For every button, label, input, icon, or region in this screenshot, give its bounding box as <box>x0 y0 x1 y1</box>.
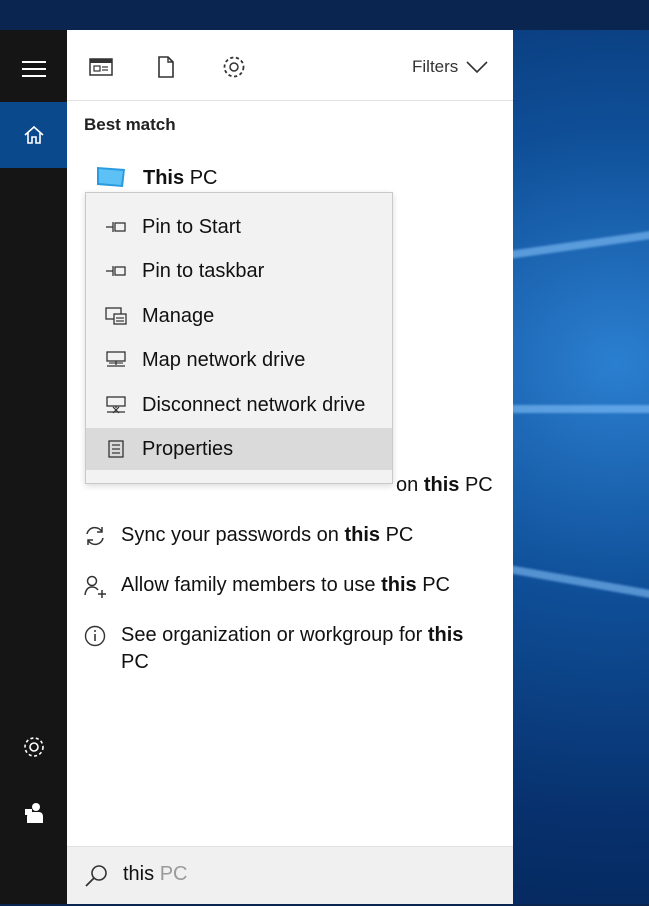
user-feedback-button[interactable] <box>0 780 67 846</box>
menu-item-label: Disconnect network drive <box>142 393 366 416</box>
start-rail <box>0 30 67 904</box>
menu-item-disconnect-network-drive[interactable]: Disconnect network drive <box>86 384 392 426</box>
partial-pre: on <box>396 474 424 496</box>
documents-filter-button[interactable] <box>151 52 181 82</box>
manage-icon <box>102 306 130 326</box>
chevron-down-icon <box>466 61 488 73</box>
filters-label: Filters <box>412 57 459 76</box>
result-bold: this <box>427 624 464 646</box>
result-text: See organization or workgroup for this P… <box>121 622 483 676</box>
result-post: PC <box>422 574 450 596</box>
gear-icon <box>223 56 245 78</box>
result-partial-on-this-pc[interactable]: on this PC <box>396 474 493 497</box>
menu-item-label: Map network drive <box>142 348 306 371</box>
menu-item-map-network-drive[interactable]: Map network drive <box>86 339 392 381</box>
result-pre: Sync your passwords on <box>121 524 345 546</box>
menu-item-properties[interactable]: Properties <box>86 428 392 470</box>
result-bold: this <box>344 524 380 546</box>
document-icon <box>158 56 174 78</box>
gear-icon <box>23 737 44 757</box>
best-match-this-pc[interactable]: This PC <box>95 163 217 193</box>
partial-post: PC <box>464 474 493 496</box>
feedback-person-icon <box>24 803 43 823</box>
result-post: PC <box>121 651 149 673</box>
settings-filter-button[interactable] <box>219 52 249 82</box>
apps-icon <box>89 58 113 76</box>
menu-item-manage[interactable]: Manage <box>86 295 392 337</box>
network-drive-icon <box>102 350 130 370</box>
menu-item-pin-to-taskbar[interactable]: Pin to taskbar <box>86 250 392 292</box>
top-strip <box>0 0 649 30</box>
home-button[interactable] <box>0 102 67 168</box>
computer-icon <box>97 167 125 187</box>
this-pc-bold: This <box>143 166 185 189</box>
result-text: Allow family members to use this PC <box>121 572 450 599</box>
home-icon <box>23 125 44 144</box>
menu-item-label: Pin to Start <box>142 215 241 238</box>
context-menu: Pin to Start Pin to taskbar Manage Map n… <box>85 192 393 484</box>
add-person-icon <box>83 572 107 599</box>
panel-toolbar: Filters <box>67 30 513 101</box>
result-bold: this <box>381 574 417 596</box>
hamburger-menu-button[interactable] <box>0 36 67 102</box>
result-allow-family[interactable]: Allow family members to use this PC <box>83 572 450 599</box>
pin-icon <box>102 264 130 278</box>
partial-bold: this <box>423 474 460 496</box>
this-pc-rest: PC <box>189 166 218 189</box>
best-match-heading: Best match <box>84 115 176 134</box>
menu-item-label: Manage <box>142 304 215 327</box>
properties-icon <box>102 439 130 459</box>
result-text: Sync your passwords on this PC <box>121 522 413 549</box>
search-typed: this <box>123 863 155 885</box>
apps-filter-button[interactable] <box>86 52 116 82</box>
pin-icon <box>102 220 130 234</box>
info-icon <box>83 622 107 649</box>
search-suggestion: PC <box>159 863 188 885</box>
settings-button[interactable] <box>0 714 67 780</box>
menu-item-label: Properties <box>142 437 234 460</box>
disconnect-drive-icon <box>102 395 130 415</box>
filters-dropdown[interactable]: Filters <box>412 57 488 77</box>
search-icon <box>83 863 109 894</box>
result-post: PC <box>385 524 414 546</box>
menu-item-pin-to-start[interactable]: Pin to Start <box>86 206 392 248</box>
hamburger-icon <box>21 61 46 77</box>
search-box[interactable]: this PC <box>67 846 513 905</box>
sync-icon <box>83 522 107 549</box>
result-org-workgroup[interactable]: See organization or workgroup for this P… <box>83 622 483 676</box>
menu-item-label: Pin to taskbar <box>142 259 265 282</box>
result-sync-passwords[interactable]: Sync your passwords on this PC <box>83 522 413 549</box>
result-pre: See organization or workgroup for <box>121 624 428 646</box>
result-pre: Allow family members to use <box>121 574 382 596</box>
search-query[interactable]: this PC <box>123 863 187 886</box>
